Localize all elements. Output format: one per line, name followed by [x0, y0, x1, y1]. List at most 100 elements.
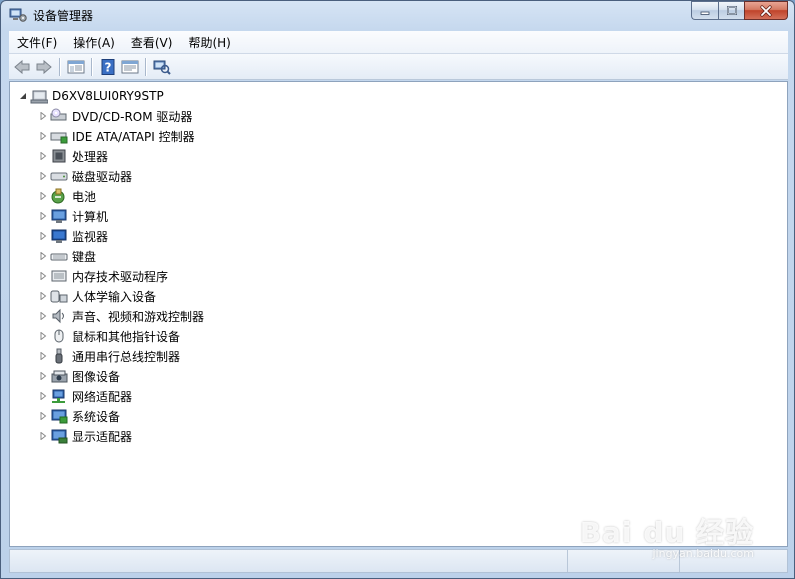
expand-arrow-icon[interactable]: [38, 231, 48, 241]
help-button[interactable]: ?: [97, 56, 119, 78]
device-category-label: 电池: [72, 189, 97, 204]
device-tree-pane[interactable]: D6XV8LUI0RY9STP DVD/CD-ROM 驱动器 IDE ATA/AT…: [9, 81, 788, 547]
expand-arrow-icon[interactable]: [38, 171, 48, 181]
device-manager-icon: [9, 7, 27, 23]
expand-arrow-icon[interactable]: [38, 411, 48, 421]
device-category[interactable]: 网络适配器: [38, 386, 132, 406]
device-category[interactable]: IDE ATA/ATAPI 控制器: [38, 126, 195, 146]
menu-file[interactable]: 文件(F): [9, 34, 65, 51]
watermark-logo-text: Bai du 经验: [579, 516, 754, 549]
device-category[interactable]: 显示适配器: [38, 426, 132, 446]
device-category-label: 磁盘驱动器: [72, 169, 133, 184]
device-category-label: 鼠标和其他指针设备: [72, 329, 181, 344]
device-category-label: 显示适配器: [72, 429, 133, 444]
toolbar-separator: [59, 57, 61, 76]
expand-arrow-icon[interactable]: [38, 331, 48, 341]
computer-icon: [30, 88, 48, 104]
device-category[interactable]: 声音、视频和游戏控制器: [38, 306, 204, 326]
device-category[interactable]: 内存技术驱动程序: [38, 266, 168, 286]
expand-arrow-icon[interactable]: [38, 251, 48, 261]
device-category[interactable]: 电池: [38, 186, 96, 206]
toolbar: ?: [9, 54, 788, 80]
device-category[interactable]: 鼠标和其他指针设备: [38, 326, 180, 346]
speaker-icon: [50, 308, 68, 324]
device-category[interactable]: 人体学输入设备: [38, 286, 156, 306]
disk-drive-icon: [50, 168, 68, 184]
device-category-label: 计算机: [72, 209, 109, 224]
menu-help[interactable]: 帮助(H): [180, 34, 238, 51]
baidu-jingyan-watermark: Bai du 经验 jingyan.baidu.com: [580, 511, 754, 560]
scan-hardware-button[interactable]: [151, 56, 173, 78]
computer-monitor-icon: [50, 208, 68, 224]
device-category-label: 监视器: [72, 229, 109, 244]
status-pane-main: [10, 550, 568, 572]
device-manager-window: 设备管理器 文件(F) 操作(A) 查看(V) 帮助(H) ? D6XV8LUI…: [0, 0, 795, 579]
memory-icon: [50, 268, 68, 284]
device-category[interactable]: 处理器: [38, 146, 108, 166]
device-category[interactable]: 磁盘驱动器: [38, 166, 132, 186]
device-category-label: 声音、视频和游戏控制器: [72, 309, 205, 324]
expand-arrow-icon[interactable]: [38, 191, 48, 201]
device-category[interactable]: 系统设备: [38, 406, 120, 426]
device-category-label: DVD/CD-ROM 驱动器: [72, 109, 193, 124]
expand-arrow-icon[interactable]: [38, 271, 48, 281]
expand-arrow-icon[interactable]: [38, 311, 48, 321]
expand-arrow-icon[interactable]: [38, 391, 48, 401]
properties-button[interactable]: [119, 56, 141, 78]
expand-arrow-icon[interactable]: [38, 431, 48, 441]
window-title: 设备管理器: [33, 8, 94, 23]
properties-icon: [121, 60, 139, 73]
menu-bar: 文件(F) 操作(A) 查看(V) 帮助(H): [9, 31, 788, 54]
device-category[interactable]: 计算机: [38, 206, 108, 226]
show-hide-console-tree-icon: [67, 60, 85, 73]
mouse-icon: [50, 328, 68, 344]
expand-arrow-icon[interactable]: [38, 111, 48, 121]
maximize-icon: [726, 5, 737, 15]
menu-action[interactable]: 操作(A): [65, 34, 123, 51]
processor-icon: [50, 148, 68, 164]
device-category[interactable]: 键盘: [38, 246, 96, 266]
device-category[interactable]: 监视器: [38, 226, 108, 246]
expand-arrow-icon[interactable]: [38, 131, 48, 141]
device-category[interactable]: DVD/CD-ROM 驱动器: [38, 106, 192, 126]
device-category-label: 通用串行总线控制器: [72, 349, 181, 364]
imaging-device-icon: [50, 368, 68, 384]
network-adapter-icon: [50, 388, 68, 404]
back-button[interactable]: [11, 56, 33, 78]
device-category-label: 系统设备: [72, 409, 121, 424]
monitor-icon: [50, 228, 68, 244]
minimize-icon: [700, 11, 710, 15]
system-device-icon: [50, 408, 68, 424]
toolbar-separator: [91, 57, 93, 76]
battery-icon: [50, 188, 68, 204]
forward-button[interactable]: [33, 56, 55, 78]
toolbar-separator: [145, 57, 147, 76]
expand-arrow-icon[interactable]: [38, 211, 48, 221]
tree-root-computer[interactable]: D6XV8LUI0RY9STP: [18, 86, 164, 106]
expand-arrow-icon[interactable]: [38, 371, 48, 381]
device-category-label: 键盘: [72, 249, 97, 264]
display-adapter-icon: [50, 428, 68, 444]
back-arrow-icon: [14, 59, 30, 74]
maximize-button[interactable]: [718, 1, 744, 20]
device-category-label: 内存技术驱动程序: [72, 269, 169, 284]
device-category[interactable]: 图像设备: [38, 366, 120, 386]
show-hide-console-tree-button[interactable]: [65, 56, 87, 78]
svg-text:?: ?: [105, 60, 112, 74]
device-category[interactable]: 通用串行总线控制器: [38, 346, 180, 366]
menu-view[interactable]: 查看(V): [123, 34, 181, 51]
device-category-label: IDE ATA/ATAPI 控制器: [72, 129, 195, 144]
expand-arrow-icon[interactable]: [38, 291, 48, 301]
device-category-label: 处理器: [72, 149, 109, 164]
minimize-button[interactable]: [691, 1, 718, 20]
device-category-label: 网络适配器: [72, 389, 133, 404]
expand-arrow-icon[interactable]: [38, 351, 48, 361]
caption-buttons: [691, 1, 788, 20]
collapse-arrow-icon[interactable]: [18, 91, 28, 101]
expand-arrow-icon[interactable]: [38, 151, 48, 161]
computer-name: D6XV8LUI0RY9STP: [52, 89, 164, 103]
close-button[interactable]: [744, 1, 788, 20]
dvd-drive-icon: [50, 108, 68, 124]
title-bar[interactable]: 设备管理器: [1, 1, 794, 29]
device-category-label: 人体学输入设备: [72, 289, 157, 304]
